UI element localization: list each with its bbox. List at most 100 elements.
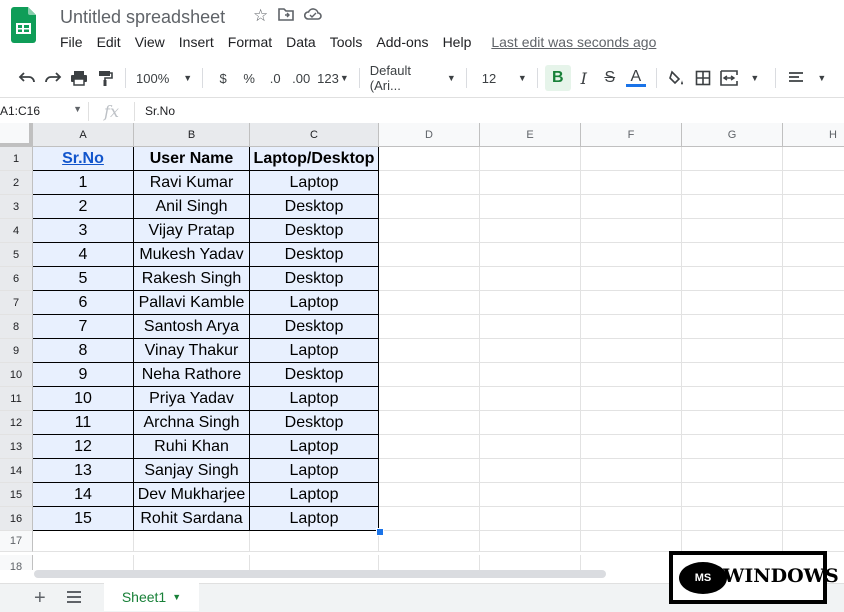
- cell-b1[interactable]: User Name: [134, 147, 250, 171]
- menu-edit[interactable]: Edit: [97, 34, 121, 50]
- align-icon[interactable]: [783, 65, 809, 91]
- menu-insert[interactable]: Insert: [179, 34, 214, 50]
- cell-c18[interactable]: [250, 555, 379, 570]
- cell-b10[interactable]: Neha Rathore: [134, 363, 250, 387]
- add-sheet-button[interactable]: +: [34, 588, 46, 608]
- cell-b4[interactable]: Vijay Pratap: [134, 219, 250, 243]
- cell-c5[interactable]: Desktop: [250, 243, 379, 267]
- row-header-14[interactable]: 14: [0, 459, 33, 483]
- decrease-decimal-button[interactable]: .0: [262, 65, 288, 91]
- cell-d8[interactable]: [379, 315, 480, 339]
- cell-g11[interactable]: [682, 387, 783, 411]
- column-header-c[interactable]: C: [250, 123, 379, 147]
- cell-e17[interactable]: [480, 531, 581, 552]
- cell-h16[interactable]: [783, 507, 844, 531]
- borders-icon[interactable]: [690, 65, 716, 91]
- row-header-18[interactable]: 18: [0, 555, 33, 570]
- cell-b18[interactable]: [134, 555, 250, 570]
- cell-f8[interactable]: [581, 315, 682, 339]
- cell-g14[interactable]: [682, 459, 783, 483]
- cell-g6[interactable]: [682, 267, 783, 291]
- cell-e10[interactable]: [480, 363, 581, 387]
- menu-file[interactable]: File: [60, 34, 83, 50]
- cell-e15[interactable]: [480, 483, 581, 507]
- cell-f7[interactable]: [581, 291, 682, 315]
- undo-icon[interactable]: [14, 65, 40, 91]
- sheet-grid[interactable]: A B C D E F G H 1 Sr.No User Name Laptop/Desktop 2 1 R…: [0, 123, 844, 570]
- row-header-11[interactable]: 11: [0, 387, 33, 411]
- cell-f10[interactable]: [581, 363, 682, 387]
- cell-a10[interactable]: 9: [33, 363, 134, 387]
- menu-data[interactable]: Data: [286, 34, 316, 50]
- cell-h5[interactable]: [783, 243, 844, 267]
- cell-f2[interactable]: [581, 171, 682, 195]
- name-box[interactable]: A1:C16 ▼: [0, 104, 88, 118]
- fill-color-icon[interactable]: [664, 65, 690, 91]
- cell-c1[interactable]: Laptop/Desktop: [250, 147, 379, 171]
- cell-a1[interactable]: Sr.No: [33, 147, 134, 171]
- cell-f9[interactable]: [581, 339, 682, 363]
- cell-d17[interactable]: [379, 531, 480, 552]
- all-sheets-icon[interactable]: [67, 590, 81, 608]
- cell-d18[interactable]: [379, 555, 480, 570]
- row-header-13[interactable]: 13: [0, 435, 33, 459]
- cell-f12[interactable]: [581, 411, 682, 435]
- cell-d6[interactable]: [379, 267, 480, 291]
- cell-e7[interactable]: [480, 291, 581, 315]
- cell-a4[interactable]: 3: [33, 219, 134, 243]
- cell-b16[interactable]: Rohit Sardana: [134, 507, 250, 531]
- strikethrough-button[interactable]: S: [597, 65, 623, 91]
- sheets-logo-icon[interactable]: [11, 7, 36, 43]
- cell-e6[interactable]: [480, 267, 581, 291]
- column-header-b[interactable]: B: [134, 123, 250, 147]
- horizontal-scrollbar[interactable]: [34, 570, 606, 578]
- star-icon[interactable]: ☆: [253, 6, 268, 26]
- cell-d2[interactable]: [379, 171, 480, 195]
- cell-b7[interactable]: Pallavi Kamble: [134, 291, 250, 315]
- cell-g4[interactable]: [682, 219, 783, 243]
- cell-h14[interactable]: [783, 459, 844, 483]
- more-formats-button[interactable]: 123 ▼: [314, 65, 352, 91]
- cell-b17[interactable]: [134, 531, 250, 552]
- cell-a14[interactable]: 13: [33, 459, 134, 483]
- cell-g5[interactable]: [682, 243, 783, 267]
- cell-e4[interactable]: [480, 219, 581, 243]
- cell-b14[interactable]: Sanjay Singh: [134, 459, 250, 483]
- row-header-9[interactable]: 9: [0, 339, 33, 363]
- cell-h2[interactable]: [783, 171, 844, 195]
- row-header-8[interactable]: 8: [0, 315, 33, 339]
- cell-g7[interactable]: [682, 291, 783, 315]
- cell-a17[interactable]: [33, 531, 134, 552]
- cell-a3[interactable]: 2: [33, 195, 134, 219]
- cell-b8[interactable]: Santosh Arya: [134, 315, 250, 339]
- cell-c8[interactable]: Desktop: [250, 315, 379, 339]
- zoom-select[interactable]: 100% ▼: [133, 65, 195, 91]
- selection-fill-handle[interactable]: [376, 528, 384, 536]
- cell-c12[interactable]: Desktop: [250, 411, 379, 435]
- cell-a15[interactable]: 14: [33, 483, 134, 507]
- cell-g17[interactable]: [682, 531, 783, 552]
- row-header-1[interactable]: 1: [0, 147, 33, 171]
- cell-c17[interactable]: [250, 531, 379, 552]
- cell-e16[interactable]: [480, 507, 581, 531]
- cell-e9[interactable]: [480, 339, 581, 363]
- cell-d4[interactable]: [379, 219, 480, 243]
- cell-f16[interactable]: [581, 507, 682, 531]
- column-header-f[interactable]: F: [581, 123, 682, 147]
- cell-f18[interactable]: [581, 555, 682, 570]
- cell-d7[interactable]: [379, 291, 480, 315]
- cell-e18[interactable]: [480, 555, 581, 570]
- currency-format-button[interactable]: $: [210, 65, 236, 91]
- bold-button[interactable]: B: [544, 65, 571, 91]
- column-header-e[interactable]: E: [480, 123, 581, 147]
- cell-a16[interactable]: 15: [33, 507, 134, 531]
- cell-e1[interactable]: [480, 147, 581, 171]
- cell-c9[interactable]: Laptop: [250, 339, 379, 363]
- cell-b12[interactable]: Archna Singh: [134, 411, 250, 435]
- column-header-d[interactable]: D: [379, 123, 480, 147]
- font-size-select[interactable]: 12 ▼: [474, 65, 530, 91]
- cell-c10[interactable]: Desktop: [250, 363, 379, 387]
- cell-h17[interactable]: [783, 531, 844, 552]
- cell-a2[interactable]: 1: [33, 171, 134, 195]
- cell-a11[interactable]: 10: [33, 387, 134, 411]
